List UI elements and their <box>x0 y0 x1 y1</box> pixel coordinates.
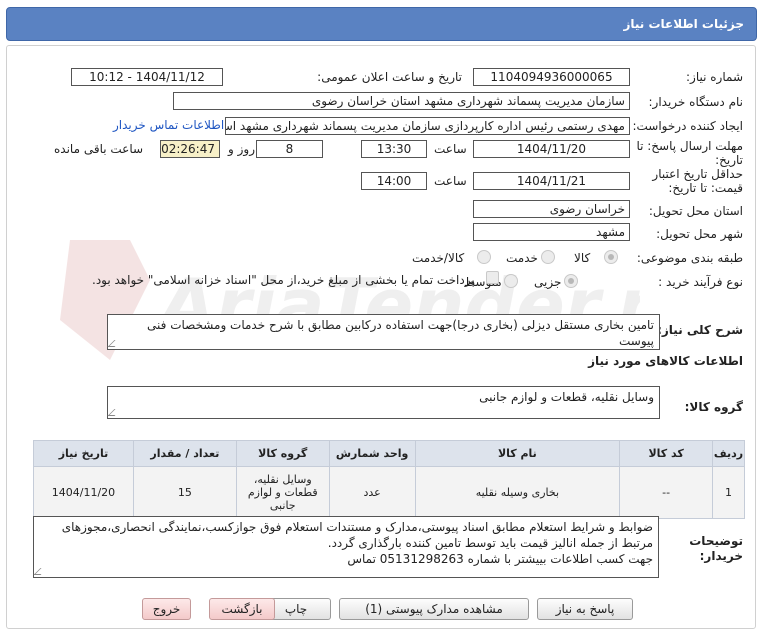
validity-time-field: 14:00 <box>361 172 427 190</box>
cell-row: 1 <box>712 466 745 519</box>
need-number-field: 1104094936000065 <box>473 68 630 86</box>
category-radio-service[interactable] <box>541 250 555 264</box>
notes-line-1: ضوابط و شرایط استعلام مطابق اسناد پیوستی… <box>61 520 653 534</box>
view-attachments-button[interactable]: مشاهده مدارک پیوستی (1) <box>339 598 529 620</box>
deadline-time-label: ساعت <box>434 142 467 156</box>
days-label: روز و <box>228 142 255 156</box>
creator-label: ایجاد کننده درخواست: <box>632 119 743 133</box>
payment-checkbox[interactable] <box>486 271 499 284</box>
category-label: طبقه بندی موضوعی: <box>636 251 743 265</box>
cell-code: -- <box>619 466 714 519</box>
col-group: گروه کالا <box>235 440 330 467</box>
cell-unit: عدد <box>328 466 416 519</box>
category-radio-goods-service[interactable] <box>477 250 491 264</box>
notes-line-2: مرتبط از جمله انالیز قیمت باید توسط تامی… <box>327 536 653 550</box>
deadline-date-field: 1404/11/20 <box>473 140 630 158</box>
goods-group-textarea: وسایل نقلیه، قطعات و لوازم جانبی <box>107 386 660 419</box>
payment-note: پرداخت تمام یا بخشی از مبلغ خرید،از محل … <box>92 273 475 287</box>
cell-group: وسایل نقلیه، قطعات و لوازم جانبی <box>235 466 330 519</box>
cell-name: بخاری وسیله نقلیه <box>414 466 621 519</box>
validity-time-label: ساعت <box>434 174 467 188</box>
notes-label: توضیحات <box>689 534 743 548</box>
cell-qty: 15 <box>132 466 237 519</box>
process-radio-minor[interactable] <box>564 274 578 288</box>
province-label: استان محل تحویل: <box>648 204 743 218</box>
category-radio-goods[interactable] <box>604 250 618 264</box>
exit-button[interactable]: خروج <box>142 598 191 620</box>
table-header-row: ردیف کد کالا نام کالا واحد شمارش گروه کا… <box>33 440 745 467</box>
deadline-label: مهلت ارسال پاسخ: تا <box>636 139 743 153</box>
process-radio-medium[interactable] <box>504 274 518 288</box>
remaining-time-label: ساعت باقی مانده <box>54 142 144 156</box>
notes-label-buyer: خریدار: <box>699 549 743 563</box>
city-field: مشهد <box>473 223 630 241</box>
validity-label-date: قیمت: تا تاریخ: <box>668 181 743 195</box>
city-label: شهر محل تحویل: <box>656 227 743 241</box>
deadline-label-date: تاریخ: <box>715 153 743 167</box>
category-option-service: خدمت <box>506 251 538 265</box>
page-title: جزئیات اطلاعات نیاز <box>623 17 744 31</box>
validity-label: حداقل تاریخ اعتبار <box>652 167 743 181</box>
description-textarea: تامین بخاری مستقل دیزلی (بخاری درجا)جهت … <box>107 314 660 350</box>
buyer-contact-link[interactable]: اطلاعات تماس خریدار <box>113 118 224 132</box>
process-label: نوع فرآیند خرید : <box>658 275 743 289</box>
description-label: شرح کلی نیاز: <box>657 323 743 337</box>
page-header: جزئیات اطلاعات نیاز <box>6 7 757 41</box>
deadline-time-field: 13:30 <box>361 140 427 158</box>
announce-date-field: 1404/11/12 - 10:12 <box>71 68 223 86</box>
buyer-org-label: نام دستگاه خریدار: <box>648 95 744 109</box>
table-row[interactable]: 1 -- بخاری وسیله نقلیه عدد وسایل نقلیه، … <box>33 466 745 519</box>
cell-date: 1404/11/20 <box>33 466 134 519</box>
category-option-goods-service: کالا/خدمت <box>412 251 465 265</box>
category-option-goods: کالا <box>574 251 591 265</box>
buyer-org-field: سازمان مدیریت پسماند شهرداری مشهد استان … <box>173 92 630 110</box>
reply-button[interactable]: پاسخ به نیاز <box>537 598 633 620</box>
need-number-label: شماره نیاز: <box>686 70 743 84</box>
col-qty: تعداد / مقدار <box>132 440 237 467</box>
days-field: 8 <box>256 140 323 158</box>
col-row: ردیف <box>712 440 745 467</box>
remaining-time-field: 02:26:47 <box>160 140 220 158</box>
col-code: کد کالا <box>619 440 714 467</box>
notes-line-3: جهت کسب اطلاعات بییشتر با شماره 05131298… <box>347 552 653 566</box>
announce-date-label: تاریخ و ساعت اعلان عمومی: <box>317 70 462 84</box>
col-name: نام کالا <box>414 440 621 467</box>
notes-textarea: ضوابط و شرایط استعلام مطابق اسناد پیوستی… <box>33 516 659 578</box>
province-field: خراسان رضوی <box>473 200 630 218</box>
validity-date-field: 1404/11/21 <box>473 172 630 190</box>
process-option-minor: جزیی <box>534 275 562 289</box>
col-date: تاریخ نیاز <box>33 440 134 467</box>
back-button[interactable]: بازگشت <box>209 598 275 620</box>
goods-group-label: گروه کالا: <box>684 400 743 414</box>
goods-section-title: اطلاعات کالاهای مورد نیاز <box>588 354 743 368</box>
items-table: ردیف کد کالا نام کالا واحد شمارش گروه کا… <box>33 440 745 519</box>
col-unit: واحد شمارش <box>328 440 416 467</box>
creator-field: مهدی رستمی رئیس اداره کارپردازی سازمان م… <box>225 117 630 135</box>
